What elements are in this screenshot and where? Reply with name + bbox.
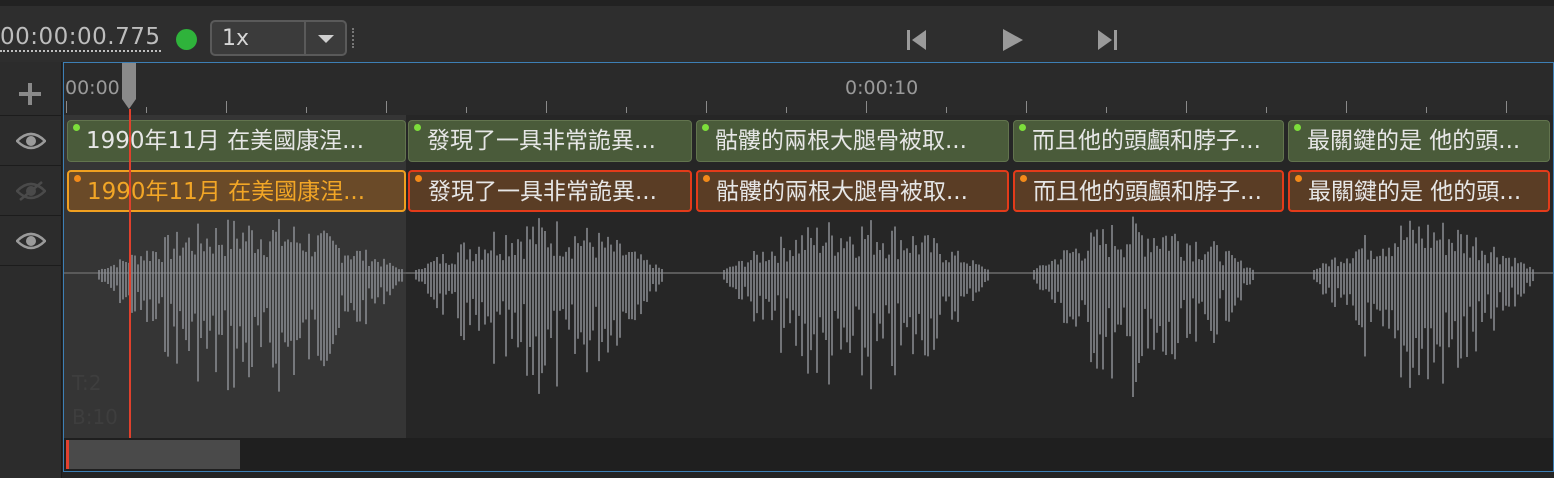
subtitle-block[interactable]: 骷髏的兩根大腿骨被取... bbox=[696, 120, 1009, 162]
toggle-visibility-row-3[interactable] bbox=[0, 216, 62, 266]
timeline-scrollbar[interactable] bbox=[64, 438, 1553, 471]
ruler-tick bbox=[706, 101, 707, 113]
ruler-tick bbox=[1506, 101, 1507, 113]
marker-dot bbox=[1020, 175, 1027, 182]
timeline-panel: 00:00 0:00:10 1990年11月 在美國康涅... 發現了一具非常詭… bbox=[0, 62, 1554, 478]
eye-off-icon bbox=[16, 181, 46, 201]
ruler-tick bbox=[546, 101, 547, 113]
subtitle-block[interactable]: 而且他的頭顱和脖子... bbox=[1013, 120, 1284, 162]
ruler-tick bbox=[946, 107, 947, 113]
ruler-tick bbox=[146, 107, 147, 113]
playhead-handle[interactable] bbox=[122, 63, 136, 109]
ruler-tick bbox=[786, 107, 787, 113]
subtitle-text: 發現了一具非常詭異... bbox=[428, 179, 657, 205]
ruler-tick bbox=[626, 107, 627, 113]
status-indicator bbox=[176, 29, 197, 50]
time-ruler[interactable]: 00:00 0:00:10 bbox=[64, 63, 1553, 115]
ruler-tick bbox=[1426, 107, 1427, 113]
marker-dot bbox=[1019, 124, 1026, 131]
ruler-label-10s: 0:00:10 bbox=[845, 77, 919, 99]
marker-dot bbox=[1294, 124, 1301, 131]
subtitle-text: 而且他的頭顱和脖子... bbox=[1032, 128, 1261, 154]
timeline-area[interactable]: 00:00 0:00:10 1990年11月 在美國康涅... 發現了一具非常詭… bbox=[63, 62, 1554, 472]
skip-next-icon[interactable] bbox=[1094, 26, 1122, 54]
marker-dot bbox=[415, 175, 422, 182]
ruler-tick bbox=[466, 107, 467, 113]
subtitle-block[interactable]: 1990年11月 在美國康涅... bbox=[67, 120, 406, 162]
subtitle-track-2: 1990年11月 在美國康涅... 發現了一具非常詭異... 骷髏的兩根大腿骨被… bbox=[64, 167, 1553, 213]
marker-dot bbox=[74, 175, 81, 182]
chevron-down-icon[interactable] bbox=[318, 35, 334, 43]
marker-dot bbox=[73, 124, 80, 131]
subtitle-block[interactable]: 而且他的頭顱和脖子... bbox=[1013, 170, 1284, 212]
ruler-tick bbox=[1026, 101, 1027, 113]
speed-value: 1x bbox=[222, 26, 250, 51]
subtitle-text: 最關鍵的是 他的頭... bbox=[1308, 179, 1522, 205]
ruler-tick bbox=[1186, 101, 1187, 113]
waveform-info-b: B:10 bbox=[72, 405, 118, 429]
subtitle-text: 最關鍵的是 他的頭... bbox=[1307, 128, 1521, 154]
subtitle-text: 發現了一具非常詭異... bbox=[427, 128, 656, 154]
marker-dot bbox=[703, 175, 710, 182]
marker-dot bbox=[702, 124, 709, 131]
toolbar-grip[interactable] bbox=[352, 28, 356, 48]
audio-waveform[interactable] bbox=[64, 213, 1554, 438]
skip-previous-icon[interactable] bbox=[902, 26, 930, 54]
subtitle-block[interactable]: 發現了一具非常詭異... bbox=[408, 120, 692, 162]
ruler-label-start: 00:00 bbox=[65, 77, 120, 99]
current-timecode[interactable]: 00:00:00.775 bbox=[0, 24, 161, 52]
subtitle-track-1: 1990年11月 在美國康涅... 發現了一具非常詭異... 骷髏的兩根大腿骨被… bbox=[64, 117, 1553, 163]
track-header bbox=[0, 62, 62, 478]
subtitle-text: 而且他的頭顱和脖子... bbox=[1033, 179, 1262, 205]
ruler-tick bbox=[866, 101, 867, 113]
ruler-tick bbox=[386, 101, 387, 113]
playhead-line bbox=[129, 109, 131, 439]
subtitle-text: 骷髏的兩根大腿骨被取... bbox=[716, 179, 968, 205]
ruler-tick bbox=[66, 101, 67, 113]
eye-icon bbox=[16, 232, 46, 250]
marker-dot bbox=[1295, 175, 1302, 182]
marker-dot bbox=[414, 124, 421, 131]
toggle-visibility-row-2[interactable] bbox=[0, 166, 62, 216]
player-toolbar: 00:00:00.775 1x bbox=[0, 0, 1554, 62]
ruler-tick bbox=[1266, 107, 1267, 113]
eye-icon bbox=[16, 132, 46, 150]
subtitle-block[interactable]: 最關鍵的是 他的頭... bbox=[1288, 170, 1550, 212]
subtitle-block[interactable]: 發現了一具非常詭異... bbox=[408, 170, 692, 212]
subtitle-block-selected[interactable]: 1990年11月 在美國康涅... bbox=[67, 170, 406, 212]
subtitle-block[interactable]: 最關鍵的是 他的頭... bbox=[1288, 120, 1550, 162]
ruler-tick bbox=[226, 101, 227, 113]
toggle-visibility-row-1[interactable] bbox=[0, 116, 62, 166]
waveform-info-t: T:2 bbox=[72, 371, 102, 395]
play-icon[interactable] bbox=[998, 26, 1026, 54]
playback-speed-select[interactable]: 1x bbox=[210, 20, 347, 56]
subtitle-text: 骷髏的兩根大腿骨被取... bbox=[715, 128, 967, 154]
ruler-tick bbox=[306, 107, 307, 113]
scrollbar-thumb[interactable] bbox=[66, 440, 240, 469]
plus-icon bbox=[19, 83, 41, 105]
subtitle-text: 1990年11月 在美國康涅... bbox=[86, 128, 365, 154]
subtitle-block[interactable]: 骷髏的兩根大腿骨被取... bbox=[696, 170, 1009, 212]
add-track-button[interactable] bbox=[0, 66, 62, 116]
ruler-tick bbox=[1106, 107, 1107, 113]
ruler-tick bbox=[1346, 101, 1347, 113]
speed-select-divider bbox=[304, 22, 306, 54]
